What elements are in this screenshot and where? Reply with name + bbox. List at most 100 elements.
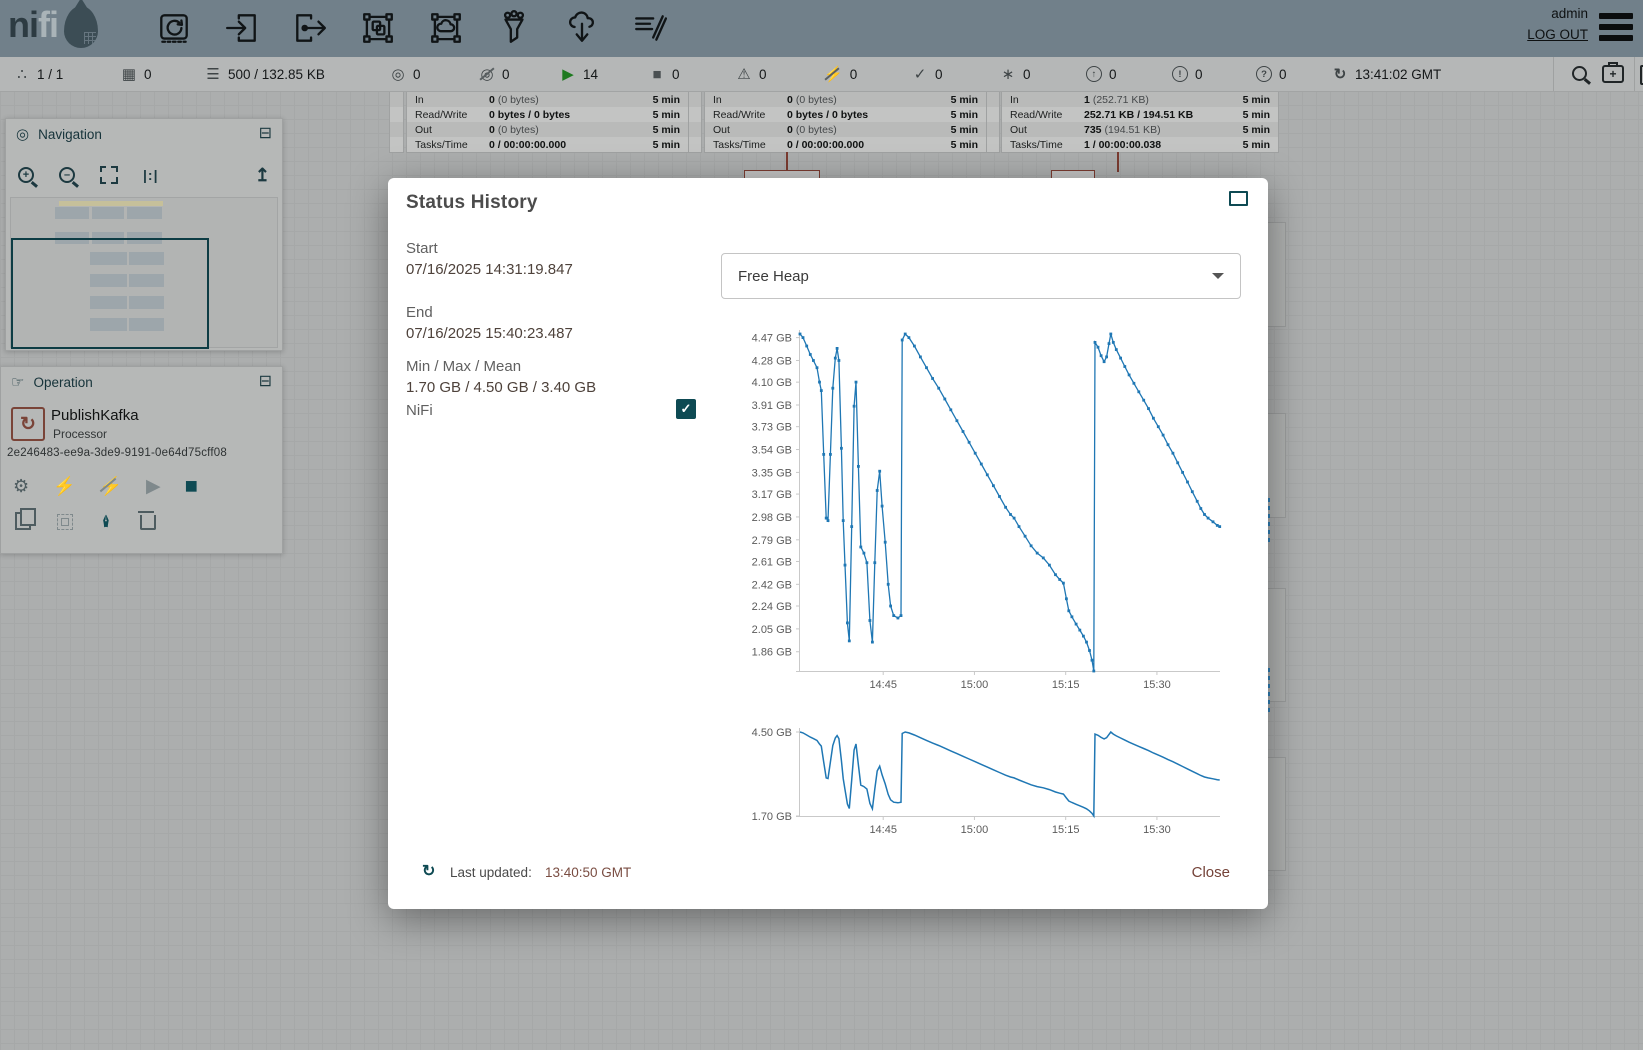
minimap-component [55,207,89,219]
template-icon[interactable] [563,8,601,48]
connection-line[interactable] [1117,152,1119,172]
stat-row: Out0(0 bytes)5 min [407,122,688,137]
processor-edge-partial [985,91,1000,153]
operation-panel-header: ☞ Operation ⊟ [1,367,282,397]
processor-stats-table: In1(252.71 KB)5 minRead/Write252.71 KB /… [1001,91,1279,153]
min-max-mean-label: Min / Max / Mean [406,358,521,375]
global-menu-button[interactable] [1599,13,1633,46]
cluster-icon: ∴ [14,67,30,82]
collapse-panel-icon[interactable]: ⊟ [259,126,272,142]
status-bar: ↻ 13:41:02 GMT ∴1 / 1▦0☰500 / 132.85 KB◎… [0,57,1643,92]
svg-text:15:00: 15:00 [961,679,989,691]
logout-link[interactable]: LOG OUT [1527,27,1588,42]
processor-icon[interactable] [155,8,193,48]
logo-text-ni: ni [8,4,38,46]
not-transmitting-icon: ◎ [479,67,495,82]
svg-text:14:45: 14:45 [869,824,897,836]
status-item-cluster: ∴ 1 / 1 [14,57,63,91]
collapse-panel-icon[interactable]: ⊟ [259,374,272,390]
svg-text:2.98 GB: 2.98 GB [752,512,792,524]
stop-icon[interactable]: ■ [185,475,198,497]
svg-text:3.91 GB: 3.91 GB [752,400,792,412]
close-dialog-button[interactable]: Close [1192,864,1230,881]
group-selection-icon[interactable] [57,514,73,530]
stat-row: In1(252.71 KB)5 min [1002,92,1278,107]
disable-lightning-icon[interactable]: ⚡ [100,477,122,495]
running-icon: ▶ [560,67,576,82]
status-item-value: 0 [144,67,152,82]
refresh-chart-icon[interactable]: ↻ [422,864,435,880]
zoom-fit-icon[interactable] [100,166,118,184]
status-item-value: 0 [850,67,858,82]
first-aid-icon[interactable] [1602,65,1624,83]
nifi-drop-icon [64,6,98,48]
svg-text:1.86 GB: 1.86 GB [752,647,792,659]
copy-icon[interactable] [15,512,31,530]
stat-row: Read/Write0 bytes / 0 bytes5 min [705,107,986,122]
status-item-sync-failure: ?0 [1256,57,1287,91]
stat-row: Read/Write252.71 KB / 194.51 KB5 min [1002,107,1278,122]
status-item-up-to-date: ✓0 [912,57,943,91]
current-user-label: admin [1527,6,1588,21]
status-item-not-transmitting: ◎0 [479,57,510,91]
metric-selector[interactable]: Free Heap [721,253,1241,299]
status-item-value: 1 / 1 [37,67,63,82]
remote-process-group-icon[interactable] [427,8,465,48]
selected-component-name: PublishKafka [51,407,139,424]
maximize-dialog-icon[interactable] [1229,191,1248,206]
app-header: nifi admin LOG OUT [0,0,1643,57]
search-icon[interactable] [1572,66,1587,81]
start-icon[interactable]: ▶ [146,477,161,496]
flow-minimap[interactable] [10,197,278,348]
delete-icon[interactable] [140,515,156,530]
stopped-icon: ■ [649,67,665,82]
transmitting-icon: ◎ [390,67,406,82]
refresh-icon[interactable]: ↻ [1332,67,1348,82]
status-item-value: 500 / 132.85 KB [228,67,325,82]
svg-text:2.61 GB: 2.61 GB [752,556,792,568]
label-icon[interactable] [631,8,669,48]
process-group-icon[interactable] [359,8,397,48]
stat-row: In0(0 bytes)5 min [705,92,986,107]
input-port-icon[interactable] [223,8,261,48]
disabled-icon: ⚡ [824,67,843,82]
processor-edge-partial [687,91,702,153]
status-item-stopped: ■0 [649,57,680,91]
processor-stats-table: In0(0 bytes)5 minRead/Write0 bytes / 0 b… [704,91,987,153]
svg-text:4.28 GB: 4.28 GB [752,355,792,367]
zoom-actual-size-icon[interactable]: |:| [143,167,159,183]
minimap-component [59,201,163,206]
series-nifi-checkbox[interactable]: ✓ [676,399,696,419]
configure-gear-icon[interactable]: ⚙ [13,477,29,495]
navigation-panel-header: ◎ Navigation ⊟ [6,119,282,149]
svg-text:15:00: 15:00 [961,824,989,836]
metric-selector-value: Free Heap [738,268,809,285]
connection-line[interactable] [786,152,788,172]
color-brush-icon[interactable]: ✒ [98,513,116,528]
series-nifi-label: NiFi [406,402,433,419]
stat-row: In0(0 bytes)5 min [407,92,688,107]
stat-row: Tasks/Time0 / 00:00:00.0005 min [705,137,986,152]
operation-buttons-row-1: ⚙ ⚡ ⚡ ▶ ■ [1,475,294,497]
svg-text:15:30: 15:30 [1143,824,1171,836]
min-max-mean-value: 1.70 GB / 4.50 GB / 3.40 GB [406,379,596,396]
zoom-out-icon[interactable]: – [59,167,75,183]
svg-text:4.10 GB: 4.10 GB [752,377,792,389]
minimap-component [92,207,124,219]
status-item-queued: ☰500 / 132.85 KB [205,57,325,91]
output-port-icon[interactable] [291,8,329,48]
selected-component-type: Processor [53,427,107,441]
stat-row: Read/Write0 bytes / 0 bytes5 min [407,107,688,122]
zoom-in-icon[interactable]: + [18,167,34,183]
svg-text:2.05 GB: 2.05 GB [752,624,792,636]
end-label: End [406,304,433,321]
invalid-icon: ⚠ [736,67,752,82]
minimap-viewport[interactable] [11,238,209,349]
enable-lightning-icon[interactable]: ⚡ [53,477,75,495]
start-value: 07/16/2025 14:31:19.847 [406,261,573,278]
funnel-icon[interactable] [495,8,533,48]
leave-group-icon[interactable]: ↥ [255,165,270,186]
dialog-title: Status History [406,192,538,214]
stale-icon: ↑ [1086,66,1102,82]
svg-text:15:30: 15:30 [1143,679,1171,691]
